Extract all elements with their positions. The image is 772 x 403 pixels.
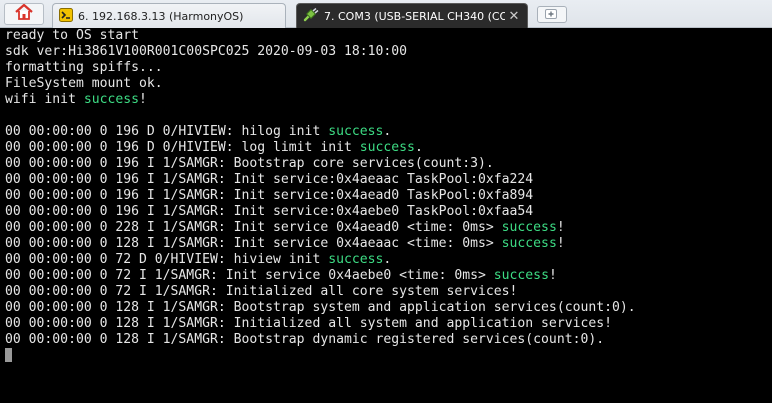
terminal-line-tail: . <box>383 252 392 267</box>
plus-icon <box>545 5 559 24</box>
terminal-line-text: 00 00:00:00 0 72 I 1/SAMGR: Init service… <box>5 268 494 283</box>
terminal-line-text: 00 00:00:00 0 196 I 1/SAMGR: Init servic… <box>5 188 534 203</box>
success-keyword: success <box>359 140 415 155</box>
terminal-line: 00 00:00:00 0 228 I 1/SAMGR: Init servic… <box>5 220 772 236</box>
terminal-line-text: FileSystem mount ok. <box>5 76 163 91</box>
terminal-line: ready to OS start <box>5 28 772 44</box>
terminal-line-text: 00 00:00:00 0 72 D 0/HIVIEW: hiview init <box>5 252 329 267</box>
tab-harmonyos-ssh[interactable]: 6. 192.168.3.13 (HarmonyOS) <box>52 3 286 28</box>
text-cursor <box>5 348 12 362</box>
tab-com3-serial[interactable]: 7. COM3 (USB-SERIAL CH340 (CO ✕ <box>296 3 528 28</box>
terminal-line: 00 00:00:00 0 128 I 1/SAMGR: Bootstrap s… <box>5 300 772 316</box>
terminal-lines: ready to OS start sdk ver:Hi3861V100R001C… <box>5 28 772 348</box>
terminal-line: 00 00:00:00 0 72 D 0/HIVIEW: hiview init… <box>5 252 772 268</box>
terminal-line-tail: ! <box>556 220 565 235</box>
terminal-line: 00 00:00:00 0 196 D 0/HIVIEW: log limit … <box>5 140 772 156</box>
terminal-line-tail: . <box>414 140 423 155</box>
terminal-line: 00 00:00:00 0 128 I 1/SAMGR: Bootstrap d… <box>5 332 772 348</box>
close-tab-icon[interactable]: ✕ <box>505 7 523 25</box>
terminal-line-tail: ! <box>556 236 565 251</box>
terminal-line-text: 00 00:00:00 0 196 I 1/SAMGR: Bootstrap c… <box>5 156 494 171</box>
terminal-line: formatting spiffs... <box>5 60 772 76</box>
tab-label: 6. 192.168.3.13 (HarmonyOS) <box>78 9 244 23</box>
terminal-output[interactable]: ready to OS start sdk ver:Hi3861V100R001C… <box>0 28 772 403</box>
terminal-line-text: 00 00:00:00 0 128 I 1/SAMGR: Initialized… <box>5 316 612 331</box>
success-keyword: success <box>501 220 557 235</box>
tab-bar: 6. 192.168.3.13 (HarmonyOS) 7. COM3 (USB… <box>0 0 772 28</box>
terminal-line: 00 00:00:00 0 72 I 1/SAMGR: Init service… <box>5 268 772 284</box>
terminal-line-tail: ! <box>548 268 557 283</box>
terminal-line: wifi init success! <box>5 92 772 108</box>
success-keyword: success <box>501 236 557 251</box>
terminal-line-text: 00 00:00:00 0 128 I 1/SAMGR: Init servic… <box>5 236 502 251</box>
terminal-line-text: 00 00:00:00 0 196 D 0/HIVIEW: hilog init <box>5 124 329 139</box>
terminal-line-text: 00 00:00:00 0 196 I 1/SAMGR: Init servic… <box>5 172 534 187</box>
terminal-line-text: ready to OS start <box>5 28 140 43</box>
terminal-line: 00 00:00:00 0 72 I 1/SAMGR: Initialized … <box>5 284 772 300</box>
terminal-line-text: 00 00:00:00 0 228 I 1/SAMGR: Init servic… <box>5 220 502 235</box>
terminal-line-text: sdk ver:Hi3861V100R001C00SPC025 2020-09-… <box>5 44 408 59</box>
tab-label: 7. COM3 (USB-SERIAL CH340 (CO <box>324 9 505 23</box>
terminal-line: 00 00:00:00 0 128 I 1/SAMGR: Initialized… <box>5 316 772 332</box>
terminal-line-text: 00 00:00:00 0 128 I 1/SAMGR: Bootstrap s… <box>5 300 636 315</box>
home-button[interactable] <box>4 3 44 25</box>
terminal-icon <box>59 7 73 25</box>
terminal-line-text: wifi init <box>5 92 84 107</box>
new-tab-button[interactable] <box>537 6 567 23</box>
terminal-line: 00 00:00:00 0 196 I 1/SAMGR: Init servic… <box>5 204 772 220</box>
terminal-line-text: 00 00:00:00 0 72 I 1/SAMGR: Initialized … <box>5 284 518 299</box>
terminal-line-text: 00 00:00:00 0 196 I 1/SAMGR: Init servic… <box>5 204 534 219</box>
terminal-line: sdk ver:Hi3861V100R001C00SPC025 2020-09-… <box>5 44 772 60</box>
serial-plug-icon <box>303 7 319 25</box>
terminal-line-text: 00 00:00:00 0 128 I 1/SAMGR: Bootstrap d… <box>5 332 605 347</box>
terminal-line-text: formatting spiffs... <box>5 60 163 75</box>
terminal-line-tail: . <box>383 124 392 139</box>
home-icon <box>15 3 33 24</box>
prompt-line <box>5 348 772 364</box>
terminal-line: 00 00:00:00 0 196 I 1/SAMGR: Bootstrap c… <box>5 156 772 172</box>
terminal-line: 00 00:00:00 0 196 I 1/SAMGR: Init servic… <box>5 188 772 204</box>
terminal-line: 00 00:00:00 0 128 I 1/SAMGR: Init servic… <box>5 236 772 252</box>
terminal-line: FileSystem mount ok. <box>5 76 772 92</box>
terminal-line-tail: ! <box>139 92 147 107</box>
success-keyword: success <box>83 92 140 107</box>
terminal-line: 00 00:00:00 0 196 D 0/HIVIEW: hilog init… <box>5 124 772 140</box>
success-keyword: success <box>493 268 549 283</box>
terminal-line-text: 00 00:00:00 0 196 D 0/HIVIEW: log limit … <box>5 140 360 155</box>
terminal-line: 00 00:00:00 0 196 I 1/SAMGR: Init servic… <box>5 172 772 188</box>
success-keyword: success <box>328 252 384 267</box>
success-keyword: success <box>328 124 384 139</box>
